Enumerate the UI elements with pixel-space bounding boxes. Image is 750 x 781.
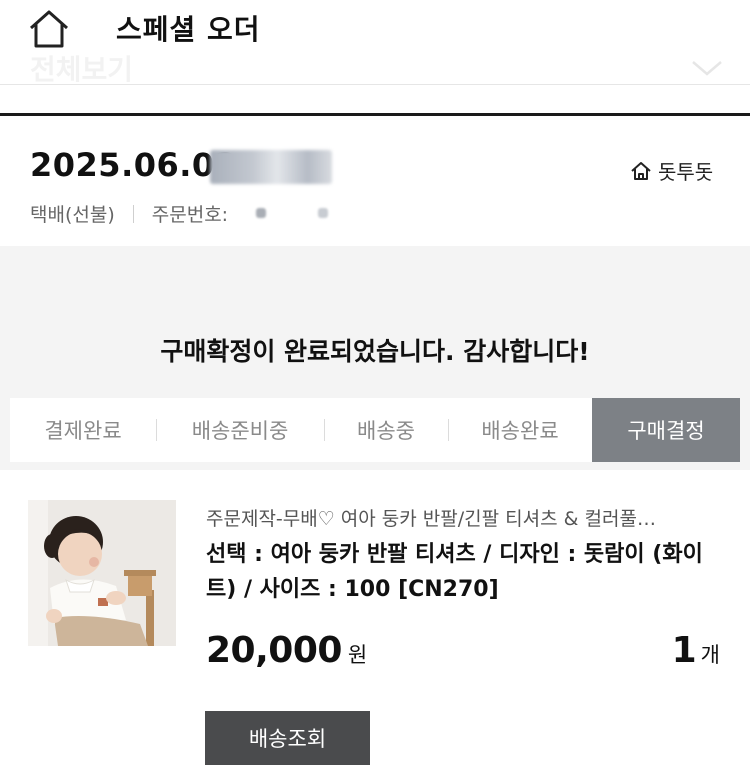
track-delivery-button[interactable]: 배송조회 — [205, 711, 370, 765]
shop-link[interactable]: 돗투돗 — [630, 156, 713, 185]
shipping-type: 택배(선불) — [30, 204, 115, 226]
step-shipping: 배송중 — [324, 398, 448, 462]
product-option: 선택 : 여아 둥카 반팔 티셔츠 / 디자인 : 돗람이 (화이트) / 사이… — [206, 542, 703, 602]
redacted-order-number — [256, 208, 266, 218]
product-image[interactable] — [28, 500, 176, 646]
step-preparing: 배송준비중 — [156, 398, 324, 462]
order-date: 2025.06.02 — [30, 146, 238, 184]
redacted-order-number-end — [318, 208, 328, 218]
quantity-row: 1 개 — [672, 630, 720, 671]
price-row: 20,000 원 — [206, 630, 367, 671]
meta-divider — [132, 204, 134, 223]
status-steps: 결제완료 배송준비중 배송중 배송완료 구매결정 — [10, 398, 740, 462]
section-divider — [0, 113, 750, 116]
quantity-unit: 개 — [700, 643, 720, 667]
header-divider — [0, 84, 750, 85]
order-number-label: 주문번호: — [151, 204, 229, 226]
view-all-label[interactable]: 전체보기 — [30, 48, 133, 88]
order-meta: 택배(선불) 주문번호: — [30, 200, 228, 227]
redacted-order-time — [210, 150, 332, 184]
step-payment-complete: 결제완료 — [44, 419, 122, 443]
product-name[interactable]: 주문제작-무배♡ 여아 둥카 반팔/긴팔 티셔츠 & 컬러풀… — [206, 504, 726, 531]
shop-name: 돗투돗 — [658, 160, 714, 184]
home-icon[interactable] — [26, 8, 72, 50]
status-message: 구매확정이 완료되었습니다. 감사합니다! — [160, 337, 590, 366]
product-price: 20,000 — [206, 630, 342, 671]
product-quantity: 1 — [671, 630, 697, 671]
price-currency: 원 — [347, 643, 368, 667]
order-status-panel: 구매확정이 완료되었습니다. 감사합니다! 결제완료 배송준비중 배송중 배송완… — [0, 246, 750, 470]
page-title: 스페셜 오더 — [116, 13, 261, 46]
chevron-down-icon[interactable] — [690, 58, 724, 78]
shop-home-icon — [631, 161, 651, 180]
step-delivered: 배송완료 — [448, 398, 592, 462]
app-header: 스페셜 오더 전체보기 — [0, 0, 750, 116]
step-purchase-confirmed: 구매결정 — [592, 398, 740, 462]
